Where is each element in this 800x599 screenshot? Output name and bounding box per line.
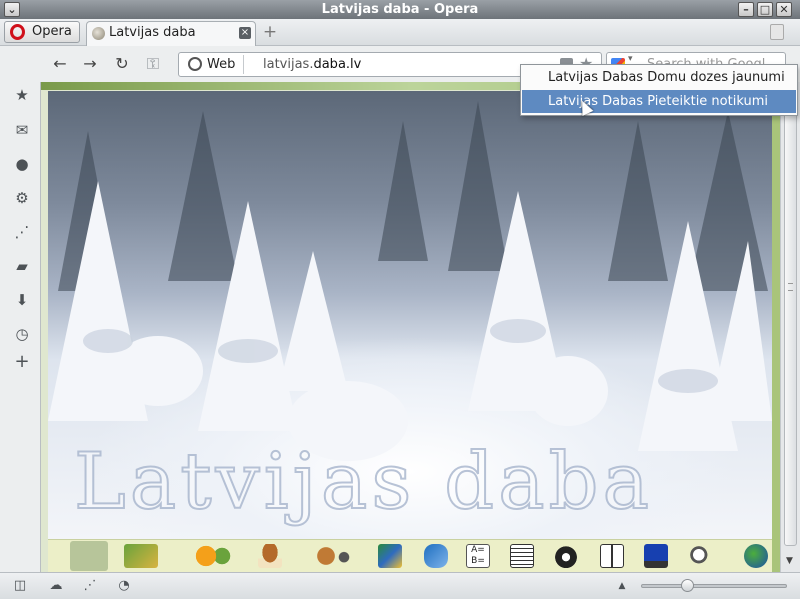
url-prefix: latvijas. — [263, 57, 314, 72]
tab-label: Latvijas daba — [109, 25, 196, 40]
feed-dropdown-menu: Latvijas Dabas Domu dozes jaunumi Latvij… — [520, 64, 798, 116]
status-bar: ◫ ☁ ⋰ ◔ ▲ — [0, 572, 800, 599]
opera-window: ⌄ Latvijas daba - Opera – □ ✕ Opera Latv… — [0, 0, 800, 599]
home-icon[interactable] — [70, 541, 108, 571]
fish-icon[interactable] — [424, 544, 448, 568]
contacts-icon[interactable]: ● — [14, 156, 30, 172]
unite-icon[interactable]: ⋰ — [82, 578, 98, 594]
arrow-left-icon[interactable]: ← — [50, 55, 70, 75]
site-favicon-icon — [92, 27, 105, 40]
page-viewport: Latvijas daba A= B= — [40, 82, 780, 572]
address-url[interactable]: latvijas.daba.lv — [263, 53, 361, 76]
table-icon[interactable] — [510, 544, 534, 568]
window-title: Latvijas daba - Opera — [321, 2, 479, 17]
zoom-slider-knob[interactable] — [681, 579, 694, 592]
new-tab-plus-icon[interactable]: + — [262, 24, 278, 41]
unite-network-icon[interactable]: ⋰ — [14, 224, 30, 240]
maximize-button[interactable]: □ — [757, 2, 773, 17]
feed-item-pieteiktie-notikumi[interactable]: Latvijas Dabas Pieteiktie notikumi — [522, 90, 796, 113]
vertical-scrollbar[interactable]: ▼ — [780, 82, 800, 572]
tab-latvijas-daba[interactable]: Latvijas daba × — [86, 21, 256, 46]
key-icon[interactable]: ⚿ — [143, 55, 163, 75]
turbo-cloud-icon[interactable]: ☁ — [48, 578, 64, 594]
minimize-button[interactable]: – — [738, 2, 754, 17]
search-doc-icon[interactable] — [688, 544, 712, 568]
scroll-down-arrow-icon[interactable]: ▼ — [786, 556, 793, 566]
arrow-right-icon[interactable]: → — [80, 55, 100, 75]
address-web-badge[interactable]: Web — [182, 55, 245, 74]
opera-menu-button[interactable]: Opera — [4, 21, 80, 43]
flowers-icon[interactable] — [192, 544, 232, 568]
computer-icon[interactable] — [644, 544, 668, 568]
panel-toggle-icon[interactable]: ◫ — [12, 578, 28, 594]
animals-icon[interactable] — [314, 544, 354, 568]
speed-dial-icon[interactable]: ◔ — [116, 578, 132, 594]
feed-item-domu-dozes[interactable]: Latvijas Dabas Domu dozes jaunumi — [522, 66, 796, 89]
map-icon[interactable] — [378, 544, 402, 568]
add-panel-plus-icon[interactable]: + — [14, 353, 30, 371]
closed-tabs-trash-icon[interactable] — [770, 24, 784, 40]
url-domain: daba.lv — [313, 57, 362, 72]
zoom-slider[interactable] — [641, 579, 787, 592]
zoom-menu-arrow-icon[interactable]: ▲ — [614, 578, 630, 594]
scrollbar-grip — [788, 283, 793, 291]
opera-logo-icon — [10, 24, 25, 40]
mushroom-forest-icon[interactable] — [124, 544, 158, 568]
close-button[interactable]: ✕ — [776, 2, 792, 17]
window-menu-button[interactable]: ⌄ — [4, 2, 20, 17]
opera-menu-label: Opera — [32, 24, 72, 39]
widgets-gear-icon[interactable]: ⚙ — [14, 190, 30, 206]
scrollbar-thumb[interactable] — [784, 86, 797, 546]
address-badge-label: Web — [207, 57, 236, 72]
tab-bar: Opera Latvijas daba × + — [0, 19, 800, 46]
snowy-forest-image: Latvijas daba — [48, 91, 772, 539]
alphabet-icon[interactable]: A= B= — [466, 544, 490, 568]
book-icon[interactable] — [600, 544, 624, 568]
globe-icon — [188, 57, 202, 71]
search-engine-chevron-icon[interactable]: ▾ — [628, 54, 633, 64]
globe-icon[interactable] — [744, 544, 768, 568]
camera-icon[interactable] — [554, 544, 578, 568]
mail-icon[interactable]: ✉ — [14, 122, 30, 138]
hero-title: Latvijas daba — [73, 436, 654, 528]
notes-icon[interactable]: ▰ — [14, 258, 30, 274]
tab-close-icon[interactable]: × — [239, 27, 251, 39]
downloads-icon[interactable]: ⬇ — [14, 292, 30, 308]
mushroom-icon[interactable] — [258, 544, 282, 568]
history-clock-icon[interactable]: ◷ — [14, 326, 30, 342]
section-icon-strip: A= B= — [48, 539, 772, 572]
side-panel: ★ ✉ ● ⚙ ⋰ ▰ ⬇ ◷ + — [0, 82, 40, 572]
page-right-border — [772, 90, 780, 572]
title-bar: ⌄ Latvijas daba - Opera – □ ✕ — [0, 0, 800, 19]
bookmarks-star-icon[interactable]: ★ — [14, 87, 30, 103]
reload-icon[interactable]: ↻ — [112, 55, 132, 75]
